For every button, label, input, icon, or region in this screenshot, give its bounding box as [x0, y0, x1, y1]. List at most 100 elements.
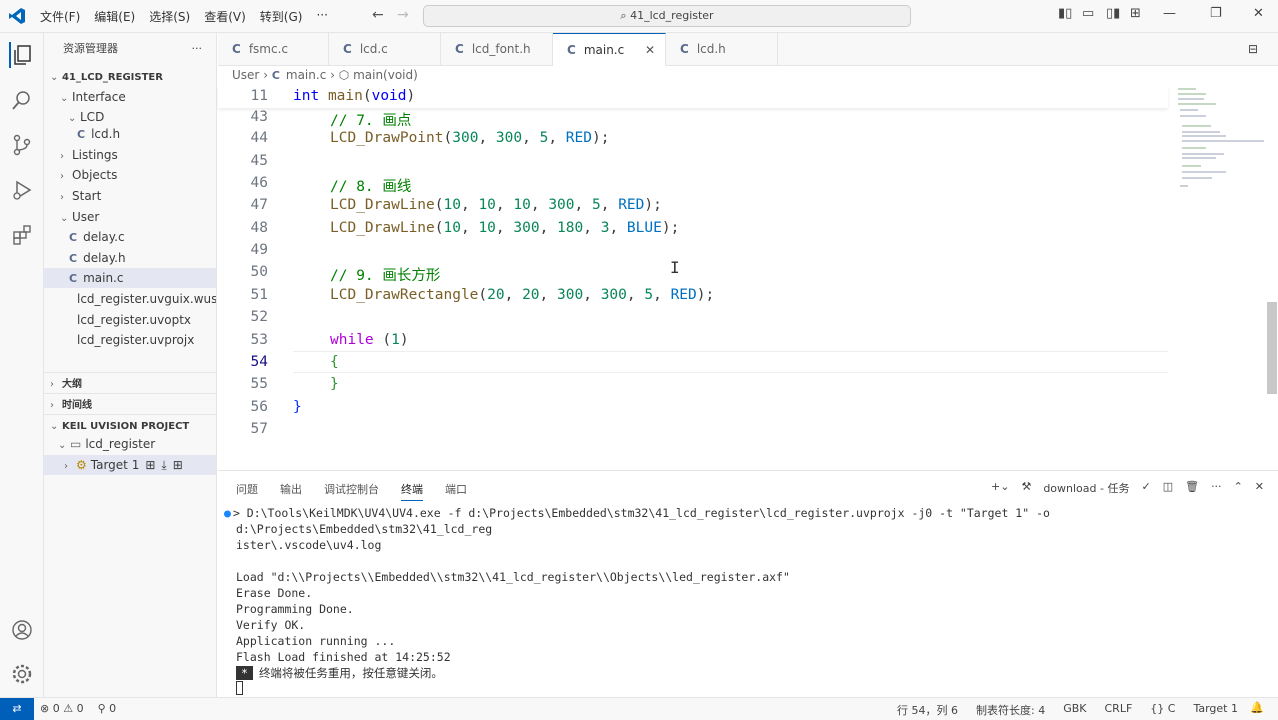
tab-fsmc-c[interactable]: Cfsmc.c: [218, 33, 329, 66]
terminal-output[interactable]: ● > D:\Tools\KeilMDK\UV4\UV4.exe -f d:\Pr…: [224, 505, 1266, 699]
notifications-bell-icon[interactable]: 🔔: [1250, 701, 1264, 714]
maximize-icon[interactable]: ❐: [1210, 6, 1222, 21]
tree-folder-objects[interactable]: › Objects: [44, 165, 216, 185]
tab-lcd-font-h[interactable]: Clcd_font.h: [441, 33, 553, 66]
ports-status[interactable]: ⚲ 0: [98, 702, 117, 715]
split-editor-icon[interactable]: ⊟: [1248, 42, 1258, 56]
explorer-icon[interactable]: [9, 42, 35, 68]
explorer-header: 资源管理器 ···: [44, 33, 216, 65]
trash-icon[interactable]: 🗑: [1185, 480, 1199, 496]
search-view-icon[interactable]: [9, 87, 35, 113]
indentation[interactable]: 制表符长度: 4: [976, 702, 1045, 718]
chevron-down-icon: ⌄: [58, 440, 67, 451]
terminal-task-name[interactable]: download - 任务: [1043, 480, 1129, 496]
rebuild-icon[interactable]: ⊞: [173, 458, 183, 472]
status-bar: ⇄ ⊗ 0 ⚠ 0 ⚲ 0 行 54，列 6 制表符长度: 4 GBK CRLF…: [0, 697, 1278, 720]
code-editor[interactable]: 43 // 7. 画点 44 LCD_DrawPoint(300, 300, 5…: [218, 86, 1278, 468]
remote-indicator-icon[interactable]: ⇄: [0, 698, 34, 720]
terminal-line: ● > D:\Tools\KeilMDK\UV4\UV4.exe -f d:\Pr…: [224, 506, 1050, 536]
close-tab-icon[interactable]: ✕: [645, 34, 655, 67]
minimize-icon[interactable]: —: [1163, 6, 1176, 21]
toggle-secondary-sidebar-icon[interactable]: ▯▮: [1106, 6, 1120, 21]
toggle-panel-icon[interactable]: ▭: [1082, 6, 1094, 21]
settings-gear-icon[interactable]: [9, 661, 35, 687]
language-mode[interactable]: {} C: [1150, 702, 1175, 718]
tree-file-uvguix[interactable]: lcd_register.uvguix.wush...: [44, 289, 216, 309]
c-file-icon: C: [567, 43, 576, 57]
chevron-right-icon: ›: [50, 379, 54, 390]
cursor-position[interactable]: 行 54，列 6: [897, 702, 958, 718]
chevron-right-icon: ›: [64, 461, 68, 472]
panel-tab-debug-console[interactable]: 调试控制台: [324, 481, 379, 501]
close-panel-icon[interactable]: ✕: [1255, 480, 1264, 496]
minimap[interactable]: [1176, 86, 1266, 196]
code-line: // 9. 画长方形: [330, 268, 441, 284]
menu-edit[interactable]: 编辑(E): [94, 8, 135, 25]
customize-layout-icon[interactable]: ⊞: [1130, 6, 1141, 21]
toggle-sidebar-icon[interactable]: ▮▯: [1058, 6, 1072, 21]
tab-lcd-h[interactable]: Clcd.h: [666, 33, 778, 66]
breadcrumb-file[interactable]: main.c: [286, 68, 326, 82]
tree-folder-user[interactable]: ⌄ User: [44, 207, 216, 227]
problems-status[interactable]: ⊗ 0 ⚠ 0: [40, 702, 84, 715]
search-icon: ⌕: [620, 9, 631, 22]
panel-tab-problems[interactable]: 问题: [236, 481, 258, 501]
more-actions-icon[interactable]: ···: [192, 33, 203, 65]
tab-label: lcd_font.h: [471, 42, 531, 56]
tree-folder-start[interactable]: › Start: [44, 186, 216, 206]
end-of-line[interactable]: CRLF: [1105, 702, 1133, 718]
menu-file[interactable]: 文件(F): [40, 8, 80, 25]
build-icon[interactable]: ⊞: [145, 458, 155, 472]
breadcrumb-folder[interactable]: User: [232, 68, 259, 82]
back-arrow-icon[interactable]: ←: [372, 7, 384, 23]
sticky-scroll-header[interactable]: 11 int main(void): [218, 86, 1168, 108]
run-debug-icon[interactable]: [9, 177, 35, 203]
forward-arrow-icon[interactable]: →: [397, 7, 409, 23]
tree-file-lcd-h[interactable]: Clcd.h: [44, 124, 216, 144]
keil-target-item[interactable]: › ⚙ Target 1 ⊞ ⤓ ⊞: [44, 455, 216, 475]
dot-icon: ●: [224, 506, 231, 520]
breadcrumb-symbol[interactable]: main(void): [353, 68, 418, 82]
section-keil-project[interactable]: ⌄ KEIL UVISION PROJECT: [44, 414, 216, 434]
menu-selection[interactable]: 选择(S): [149, 8, 190, 25]
line-number: 46: [250, 175, 268, 191]
menu-view[interactable]: 查看(V): [204, 8, 246, 25]
panel-tab-ports[interactable]: 端口: [445, 481, 467, 501]
tree-file-main-c[interactable]: Cmain.c: [44, 268, 216, 288]
source-control-icon[interactable]: [9, 132, 35, 158]
more-icon[interactable]: ···: [1211, 480, 1222, 496]
encoding[interactable]: GBK: [1063, 702, 1086, 718]
editor-scrollbar[interactable]: [1267, 302, 1277, 394]
code-line: // 7. 画点: [330, 113, 412, 129]
maximize-panel-icon[interactable]: ⌃: [1234, 480, 1243, 496]
tree-file-delay-h[interactable]: Cdelay.h: [44, 248, 216, 268]
tree-root[interactable]: ⌄ 41_LCD_REGISTER: [44, 66, 216, 86]
tab-main-c[interactable]: Cmain.c ✕: [553, 33, 666, 66]
accounts-icon[interactable]: [9, 617, 35, 643]
line-number: 53: [250, 332, 268, 348]
tree-folder-interface[interactable]: ⌄ Interface: [44, 87, 216, 107]
tab-lcd-c[interactable]: Clcd.c: [329, 33, 441, 66]
tree-file-uvprojx[interactable]: lcd_register.uvprojx: [44, 330, 216, 350]
menu-go[interactable]: 转到(G): [260, 8, 303, 25]
split-terminal-icon[interactable]: ◫: [1163, 480, 1173, 496]
panel-tab-output[interactable]: 输出: [280, 481, 302, 501]
panel-tab-terminal[interactable]: 终端: [401, 481, 423, 501]
new-terminal-icon[interactable]: +⌄: [991, 480, 1009, 496]
tree-file-delay-c[interactable]: Cdelay.c: [44, 227, 216, 247]
extensions-icon[interactable]: [9, 222, 35, 248]
section-timeline[interactable]: › 时间线: [44, 393, 216, 413]
keil-project-item[interactable]: ⌄ ▭ lcd_register: [44, 434, 216, 454]
tab-label: main.c: [583, 43, 625, 57]
code-line: // 8. 画线: [330, 179, 412, 195]
tree-label: lcd_register.uvoptx: [77, 313, 192, 327]
menu-more[interactable]: ···: [316, 8, 327, 25]
download-icon[interactable]: ⤓: [161, 458, 166, 472]
section-outline[interactable]: › 大纲: [44, 372, 216, 392]
keil-target[interactable]: Target 1: [1193, 702, 1238, 718]
close-window-icon[interactable]: ✕: [1253, 6, 1264, 21]
tree-folder-listings[interactable]: › Listings: [44, 145, 216, 165]
tree-file-uvoptx[interactable]: lcd_register.uvoptx: [44, 310, 216, 330]
command-center-search[interactable]: ⌕ 41_lcd_register: [423, 5, 911, 27]
text-cursor-icon: I: [670, 258, 680, 277]
